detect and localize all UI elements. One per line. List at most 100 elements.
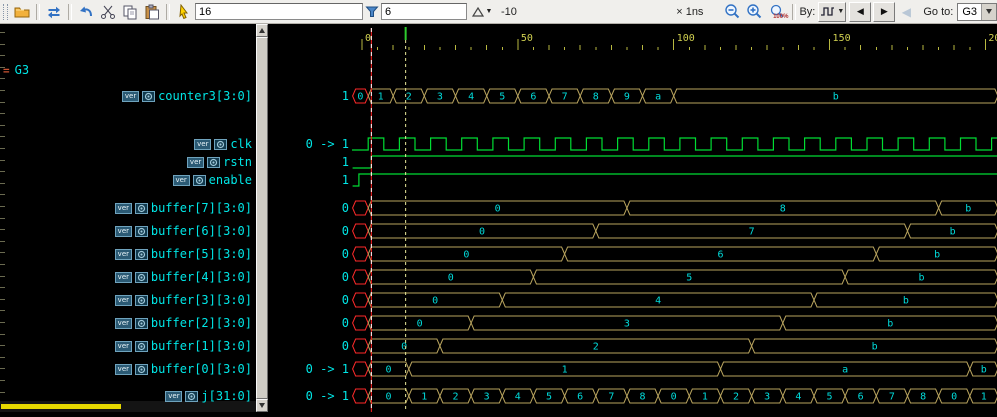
tree-tick — [0, 299, 5, 300]
wave-row-buffer2[interactable]: 03b — [353, 316, 997, 330]
ver-badge: ver — [115, 318, 132, 329]
bus-value-label: a — [655, 92, 661, 103]
time-input[interactable] — [195, 3, 363, 20]
signal-names-panel[interactable]: = G3 vercounter3[3:0] verclk verrstn verena… — [0, 24, 256, 412]
signal-gear-icon — [135, 249, 148, 260]
bus-value-label: 0 — [463, 250, 469, 261]
signal-row-buffer4[interactable]: verbuffer[4][3:0] — [115, 269, 252, 285]
aux-input[interactable] — [381, 3, 467, 20]
marker-dropdown-button[interactable]: ▼ — [467, 2, 497, 22]
combobox-dropdown-button[interactable] — [981, 4, 996, 20]
signal-gear-icon — [135, 341, 148, 352]
tree-tick — [0, 102, 5, 103]
bus-value-label: 0 — [951, 392, 957, 403]
signal-row-buffer1[interactable]: verbuffer[1][3:0] — [115, 338, 252, 354]
bus-value-label: a — [842, 365, 848, 376]
wave-row-buffer4[interactable]: 05b — [353, 270, 997, 284]
wave-row-buffer7[interactable]: 08b — [353, 201, 997, 215]
next-edge-button[interactable]: ▶ — [873, 2, 895, 22]
zoom-out-button[interactable] — [721, 2, 743, 22]
zoom-in-button[interactable] — [743, 2, 765, 22]
time-ruler[interactable]: 050100150200 — [362, 33, 997, 50]
cut-button[interactable] — [97, 2, 119, 22]
tree-tick — [0, 276, 5, 277]
group-label: G3 — [15, 63, 29, 77]
search-by-button[interactable]: ▼ — [818, 2, 846, 22]
vertical-scrollbar-thumb[interactable] — [256, 37, 268, 399]
signal-row-j[interactable]: verj[31:0] — [165, 388, 252, 404]
left-arrow-ghost-icon: ◀ — [902, 6, 911, 18]
signal-row-rstn[interactable]: verrstn — [187, 154, 252, 170]
signal-row-enable[interactable]: verenable — [173, 172, 252, 188]
wave-row-buffer1[interactable]: 02b — [353, 339, 997, 353]
bus-value-label: 4 — [795, 392, 801, 403]
signal-value-clk: 0 -> 1 — [271, 136, 349, 152]
bus-value-label: 4 — [515, 392, 521, 403]
jump-back-button[interactable]: ◀ — [897, 2, 915, 22]
ver-badge: ver — [115, 295, 132, 306]
filter-tool-button[interactable] — [363, 2, 381, 22]
signal-value-enable: 1 — [271, 172, 349, 188]
tree-tick — [0, 322, 5, 323]
open-file-button[interactable] — [11, 2, 33, 22]
signal-name: buffer[1][3:0] — [151, 339, 252, 353]
wave-row-j[interactable]: 01234567801234567801 — [353, 389, 997, 403]
signal-row-counter3[interactable]: vercounter3[3:0] — [122, 88, 252, 104]
signal-value-counter3: 1 — [271, 88, 349, 104]
bus-value-label: 0 — [385, 392, 391, 403]
tree-tick — [0, 148, 5, 149]
wave-row-counter3[interactable]: 0123456789ab — [353, 89, 997, 103]
zoom-full-button[interactable]: 100% — [765, 2, 789, 22]
wave-row-enable[interactable] — [353, 174, 997, 186]
bus-value-label: 1 — [421, 392, 427, 403]
signal-row-clk[interactable]: verclk — [194, 136, 252, 152]
copy-button[interactable] — [119, 2, 141, 22]
goto-combobox[interactable]: G3 — [957, 3, 997, 21]
signal-row-buffer0[interactable]: verbuffer[0][3:0] — [115, 361, 252, 377]
wave-row-rstn[interactable] — [353, 156, 997, 168]
signal-group-row[interactable]: = G3 — [3, 62, 29, 78]
signal-name: buffer[2][3:0] — [151, 316, 252, 330]
tree-tick — [0, 136, 5, 137]
prev-edge-button[interactable]: ◀ — [849, 2, 871, 22]
reload-button[interactable] — [43, 2, 65, 22]
signal-row-buffer2[interactable]: ver buffer[2][3:0] — [115, 315, 252, 331]
wave-row-buffer3[interactable]: 04b — [353, 293, 997, 307]
bus-value-label: 0 — [385, 365, 391, 376]
horizontal-scrollbar-thumb[interactable] — [1, 404, 121, 409]
wave-row-buffer5[interactable]: 06b — [353, 247, 997, 261]
scroll-down-button[interactable] — [256, 399, 268, 412]
vertical-scrollbar[interactable] — [256, 24, 268, 412]
signal-name: j[31:0] — [201, 389, 252, 403]
scroll-up-button[interactable] — [256, 24, 268, 37]
signal-row-buffer6[interactable]: verbuffer[6][3:0] — [115, 223, 252, 239]
waveform-panel[interactable]: 0501001502000123456789ab08b07b06b05b04b0… — [352, 24, 997, 412]
bus-value-label: 6 — [530, 92, 536, 103]
bus-value-label: 3 — [624, 319, 630, 330]
select-mode-button[interactable] — [173, 2, 195, 22]
paste-button[interactable] — [141, 2, 163, 22]
waveform-canvas[interactable]: 0501001502000123456789ab08b07b06b05b04b0… — [352, 24, 997, 412]
signal-value-j: 0 -> 1 — [271, 388, 349, 404]
ver-badge: ver — [122, 91, 139, 102]
toolbar-separator — [68, 4, 72, 20]
wave-row-buffer6[interactable]: 07b — [353, 224, 997, 238]
wave-row-buffer0[interactable]: 01ab — [353, 362, 997, 376]
goto-label: Go to: — [923, 6, 953, 18]
tree-tick — [0, 287, 5, 288]
wave-row-clk[interactable] — [352, 138, 997, 150]
right-arrow-icon: ▶ — [881, 7, 888, 16]
bus-value-label: 0 — [401, 342, 407, 353]
bus-value-label: 5 — [546, 392, 552, 403]
signal-row-buffer5[interactable]: verbuffer[5][3:0] — [115, 246, 252, 262]
bus-value-label: 2 — [593, 342, 599, 353]
signal-name: buffer[5][3:0] — [151, 247, 252, 261]
bus-value-label: 0 — [432, 296, 438, 307]
signal-row-buffer7[interactable]: verbuffer[7][3:0] — [115, 200, 252, 216]
ver-badge: ver — [115, 203, 132, 214]
undo-button[interactable] — [75, 2, 97, 22]
bus-segment — [353, 389, 369, 403]
chevron-down-icon: ▼ — [837, 8, 844, 15]
ruler-label: 150 — [833, 33, 851, 44]
signal-row-buffer3[interactable]: verbuffer[3][3:0] — [115, 292, 252, 308]
